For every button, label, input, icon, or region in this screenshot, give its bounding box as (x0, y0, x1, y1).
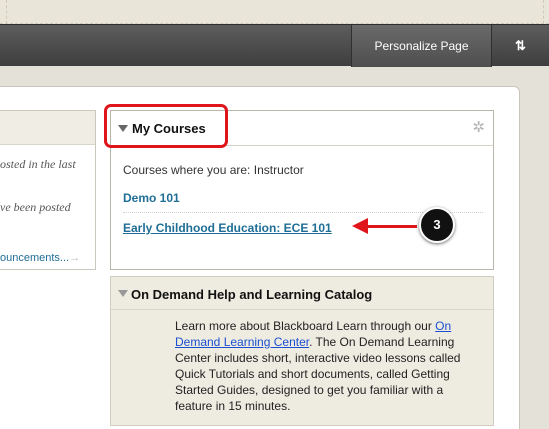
announcements-module: osted in the last ve been posted ounceme… (0, 110, 96, 270)
module-header (0, 111, 95, 145)
course-link-ece-101[interactable]: Early Childhood Education: ECE 101 (123, 221, 332, 235)
strip-divider (543, 0, 544, 24)
announcement-text: osted in the last (0, 157, 76, 171)
page-toolbar: Personalize Page ⇅ (0, 24, 549, 67)
courses-role-label: Courses where you are: Instructor (123, 163, 304, 177)
step-number-badge: 3 (419, 207, 455, 243)
course-link-demo-101[interactable]: Demo 101 (123, 191, 180, 205)
reorder-modules-button[interactable]: ⇅ (492, 25, 549, 67)
strip-divider (6, 0, 7, 24)
announcement-text: ve been posted (0, 200, 71, 214)
callout-arrow-icon (352, 218, 368, 234)
module-title: On Demand Help and Learning Catalog (131, 287, 373, 302)
gear-icon[interactable]: ✲ (472, 118, 485, 136)
on-demand-help-module: On Demand Help and Learning Catalog Lear… (110, 276, 494, 426)
personalize-page-button[interactable]: Personalize Page (351, 25, 492, 67)
module-header: On Demand Help and Learning Catalog (111, 277, 493, 310)
description-text: Learn more about Blackboard Learn throug… (175, 319, 436, 333)
collapse-triangle-icon[interactable] (118, 290, 128, 297)
highlight-annotation (104, 104, 228, 148)
more-announcements-label: ouncements... (0, 252, 70, 264)
top-decorative-strip (0, 0, 549, 24)
sort-arrows-icon: ⇅ (515, 38, 526, 53)
more-announcements-link[interactable]: ouncements...→ (0, 252, 80, 264)
arrow-right-icon: → (69, 252, 81, 264)
callout-arrow-line (367, 225, 417, 228)
on-demand-description: Learn more about Blackboard Learn throug… (175, 318, 477, 414)
